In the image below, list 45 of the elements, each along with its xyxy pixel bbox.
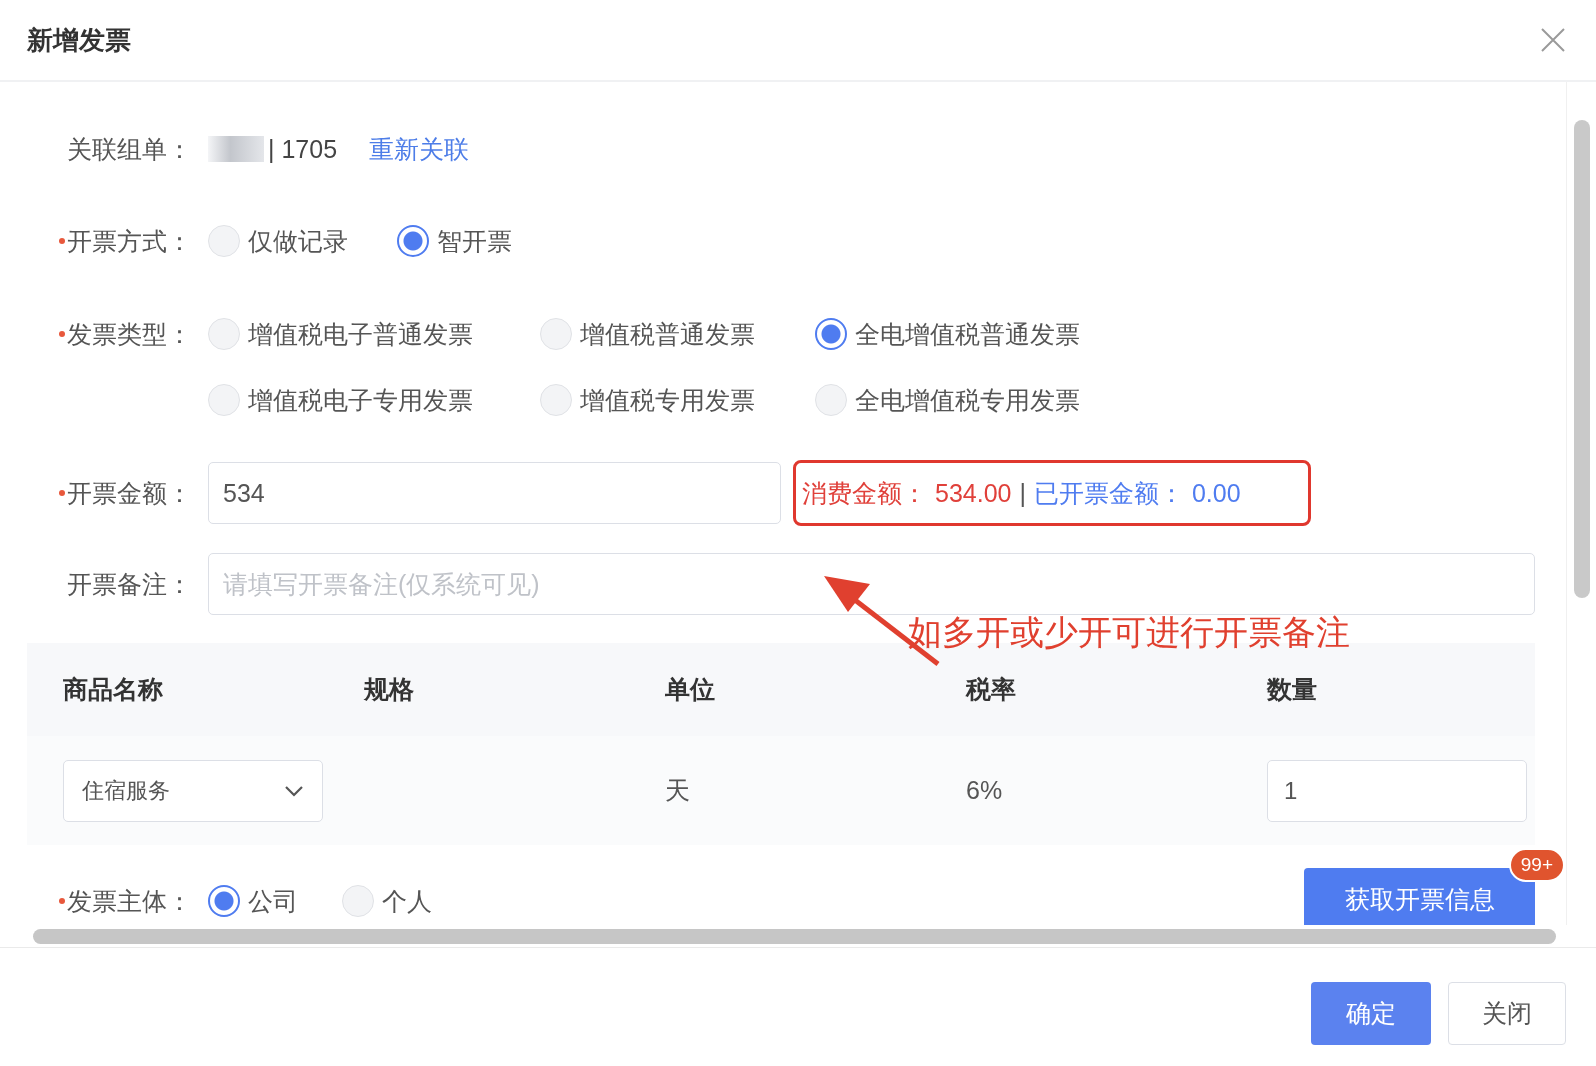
annotation-note: 如多开或少开可进行开票备注	[908, 612, 1350, 653]
field-label: 关联组单：	[67, 133, 192, 165]
radio-label[interactable]: 智开票	[437, 224, 512, 258]
field-label: 开票金额：	[67, 477, 192, 509]
close-icon[interactable]	[1540, 27, 1566, 53]
consumed-amount: 534.00	[935, 478, 1012, 508]
radio-label[interactable]: 仅做记录	[248, 224, 348, 258]
field-label: 发票主体：	[67, 885, 192, 917]
redacted-block	[208, 136, 264, 162]
field-label: 开票方式：	[67, 225, 192, 257]
radio-label[interactable]: 增值税电子专用发票	[248, 383, 473, 417]
column-header: 商品名称	[63, 674, 163, 705]
chevron-down-icon	[284, 784, 304, 797]
remark-input[interactable]: 请填写开票备注(仅系统可见)	[208, 553, 1535, 615]
close-button[interactable]: 关闭	[1448, 982, 1566, 1045]
column-header: 规格	[364, 674, 414, 705]
relink-link[interactable]: 重新关联	[369, 132, 470, 166]
radio-button[interactable]	[815, 318, 847, 350]
radio-label[interactable]: 增值税电子普通发票	[248, 317, 473, 351]
radio-label[interactable]: 个人	[382, 884, 432, 918]
quantity-input[interactable]: 1	[1267, 759, 1527, 822]
radio-label[interactable]: 增值税普通发票	[580, 317, 755, 351]
column-header: 单位	[665, 674, 715, 705]
field-label: 开票备注：	[67, 568, 192, 600]
radio-button[interactable]	[397, 225, 429, 257]
amount-input[interactable]: 534	[208, 462, 781, 524]
separator: |	[1019, 478, 1026, 508]
product-select[interactable]: 住宿服务	[63, 759, 323, 822]
radio-label[interactable]: 全电增值税专用发票	[855, 383, 1080, 417]
order-number: | 1705	[268, 134, 338, 164]
column-header: 税率	[966, 674, 1016, 705]
count-badge: 99+	[1508, 848, 1565, 882]
radio-label[interactable]: 全电增值税普通发票	[855, 317, 1080, 351]
radio-label[interactable]: 公司	[248, 884, 298, 918]
field-label: 发票类型：	[67, 318, 192, 350]
consumed-label: 消费金额：	[802, 477, 927, 509]
radio-label[interactable]: 增值税专用发票	[580, 383, 755, 417]
confirm-button[interactable]: 确定	[1311, 982, 1431, 1045]
table-cell: 6%	[966, 776, 1003, 805]
invoiced-amount: 0.00	[1191, 478, 1241, 508]
invoiced-label: 已开票金额：	[1033, 477, 1184, 509]
dialog-title: 新增发票	[27, 23, 131, 57]
column-header: 数量	[1267, 674, 1317, 705]
table-cell-text: 天	[665, 775, 690, 806]
radio-button[interactable]	[208, 885, 240, 917]
